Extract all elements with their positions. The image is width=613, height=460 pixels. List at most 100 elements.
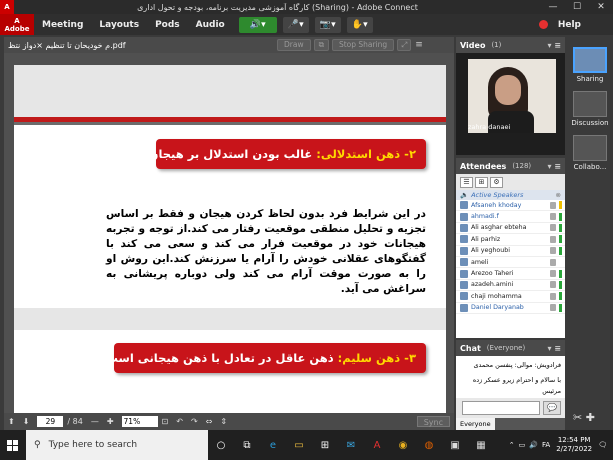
clock[interactable]: 12:54 PM 2/27/2022 — [556, 436, 592, 454]
pod-menu-icon[interactable]: ▾ ≡ — [547, 41, 565, 50]
fit-page-icon[interactable]: ⊡ — [158, 417, 173, 426]
cortana-icon[interactable]: ○ — [210, 434, 232, 456]
screen-icon[interactable]: ⧉ — [313, 39, 329, 51]
chat-message: با سالام و احترام زیرو عسکر زده مرئیس — [472, 376, 561, 395]
app-icon[interactable]: ▦ — [470, 434, 492, 456]
app-icon[interactable]: ▣ — [444, 434, 466, 456]
attendee-name: Ali yeghoubi — [471, 247, 510, 255]
notifications-icon[interactable]: 🗨 — [598, 441, 607, 449]
fit-width-icon[interactable]: ⇔ — [202, 417, 217, 426]
menu-audio-label: Audio — [195, 19, 225, 30]
adobe-logo: A Adobe — [0, 14, 34, 35]
attendee-row[interactable]: ahmadi.f — [456, 211, 565, 223]
video-count: (1) — [491, 41, 502, 49]
send-message-icon[interactable]: 💬 — [543, 401, 561, 415]
attendee-name: ameli — [471, 258, 489, 266]
scroll-down-icon[interactable]: ⬇ — [19, 417, 34, 426]
status-view-icon[interactable]: ⊞ — [475, 176, 488, 188]
raise-hand-button[interactable]: ✋▾ — [346, 16, 373, 33]
attendee-row[interactable]: Afsaneh khoday — [456, 200, 565, 212]
draw-button[interactable]: Draw — [277, 39, 311, 51]
attendee-row[interactable]: Arezoo Taheri — [456, 268, 565, 280]
microphone-icon — [550, 270, 556, 278]
zoom-in-icon[interactable]: ✚ — [103, 417, 118, 426]
edge-icon[interactable]: e — [262, 434, 284, 456]
attendees-pod-title: Attendees — [460, 161, 507, 171]
close-window-button[interactable]: ✕ — [589, 2, 613, 12]
layout-sharing[interactable] — [573, 47, 607, 73]
attendee-row[interactable]: Ali parhiz — [456, 234, 565, 246]
windows-start-icon[interactable] — [0, 439, 26, 451]
layout-discussion[interactable] — [573, 91, 607, 117]
menu-audio[interactable]: Audio — [188, 20, 233, 30]
slide-separator-band — [14, 308, 446, 330]
status-indicator — [559, 212, 562, 221]
file-explorer-icon[interactable]: ▭ — [288, 434, 310, 456]
attendee-row[interactable]: azadeh.amini — [456, 280, 565, 292]
zoom-select[interactable]: 71% — [121, 416, 158, 427]
attendees-pod-header: Attendees (128) ▾ ≡ — [456, 158, 565, 174]
search-icon: ⚲ — [34, 440, 41, 450]
scroll-up-icon[interactable]: ⬆ — [4, 417, 19, 426]
chat-audience: (Everyone) — [486, 344, 526, 352]
attendee-row[interactable]: ameli — [456, 257, 565, 269]
minimize-button[interactable]: — — [541, 2, 565, 12]
chat-input-area: 💬 — [456, 398, 565, 418]
maximize-button[interactable]: ☐ — [565, 2, 589, 12]
pod-menu-icon[interactable]: ▾ ≡ — [547, 162, 565, 171]
active-speakers-label: Active Speakers — [471, 191, 524, 199]
menu-pods[interactable]: Pods — [147, 20, 188, 30]
close-icon[interactable]: ⊗ — [556, 191, 561, 199]
chat-tab-bar: Everyone — [456, 418, 565, 430]
attendees-count: (128) — [512, 162, 532, 170]
mail-icon[interactable]: ✉ — [340, 434, 362, 456]
rotate-right-icon[interactable]: ↷ — [187, 417, 202, 426]
sync-button[interactable]: Sync — [416, 416, 450, 427]
speaker-toggle-button[interactable]: 🔊▾ — [238, 16, 277, 33]
network-icon[interactable]: ▭ — [519, 441, 526, 449]
pan-icon[interactable]: ⇕ — [216, 417, 231, 426]
task-view-icon[interactable]: ⧉ — [236, 434, 258, 456]
microphone-button[interactable]: 🎤▾ — [282, 16, 309, 33]
status-indicator — [559, 246, 562, 255]
firefox-icon[interactable]: ◍ — [418, 434, 440, 456]
slide-header-band — [14, 65, 446, 120]
speaker-icon: 🔊▾ — [249, 19, 266, 30]
chrome-icon[interactable]: ◉ — [392, 434, 414, 456]
layout-collaboration[interactable] — [573, 135, 607, 161]
acrobat-icon[interactable]: A — [366, 434, 388, 456]
fullscreen-icon[interactable]: ⤢ — [397, 39, 412, 51]
menu-help[interactable]: Help — [558, 20, 581, 30]
menu-meeting[interactable]: Meeting — [34, 20, 91, 30]
input-language[interactable]: FA — [542, 441, 550, 449]
chat-pod-header: Chat (Everyone) ▾ ≡ — [456, 340, 565, 356]
pod-menu-icon[interactable]: ≡ — [415, 40, 423, 50]
tools-icon[interactable]: ✂ ✚ — [573, 411, 595, 424]
layout-discussion-label: Discussion — [571, 119, 609, 127]
list-view-icon[interactable]: ☰ — [460, 176, 473, 188]
attendee-settings-icon[interactable]: ⚙ — [490, 176, 503, 188]
attendee-row[interactable]: chaji mohamma — [456, 291, 565, 303]
user-icon — [460, 280, 468, 289]
menu-layouts[interactable]: Layouts — [91, 20, 147, 30]
attendee-row[interactable]: Ali asghar ebteha — [456, 223, 565, 235]
recording-indicator-icon[interactable] — [538, 20, 548, 29]
chat-input[interactable] — [462, 401, 540, 415]
store-icon[interactable]: ⊞ — [314, 434, 336, 456]
page-number-input[interactable]: 29 — [37, 416, 64, 427]
attendee-row[interactable]: Ali yeghoubi — [456, 246, 565, 257]
taskbar-search-box[interactable]: ⚲ Type here to search — [26, 430, 208, 460]
stop-sharing-button[interactable]: Stop Sharing — [331, 39, 395, 51]
webcam-image — [468, 59, 556, 133]
tray-chevron-icon[interactable]: ⌃ — [509, 441, 515, 449]
raise-hand-icon: ✋▾ — [351, 19, 368, 30]
rotate-left-icon[interactable]: ↶ — [172, 417, 187, 426]
zoom-out-icon[interactable]: — — [87, 417, 103, 426]
pod-menu-icon[interactable]: ▾ ≡ — [547, 344, 565, 353]
volume-icon[interactable]: 🔊 — [529, 441, 538, 449]
chat-pod-title: Chat — [460, 343, 481, 353]
attendee-row[interactable]: Daniel Daryanab — [456, 303, 565, 314]
chat-tab-everyone[interactable]: Everyone — [456, 418, 495, 430]
slide-heading-2-number: ۳- ذهن سلیم: — [337, 351, 416, 365]
camera-button[interactable]: 📷▾ — [314, 16, 341, 33]
